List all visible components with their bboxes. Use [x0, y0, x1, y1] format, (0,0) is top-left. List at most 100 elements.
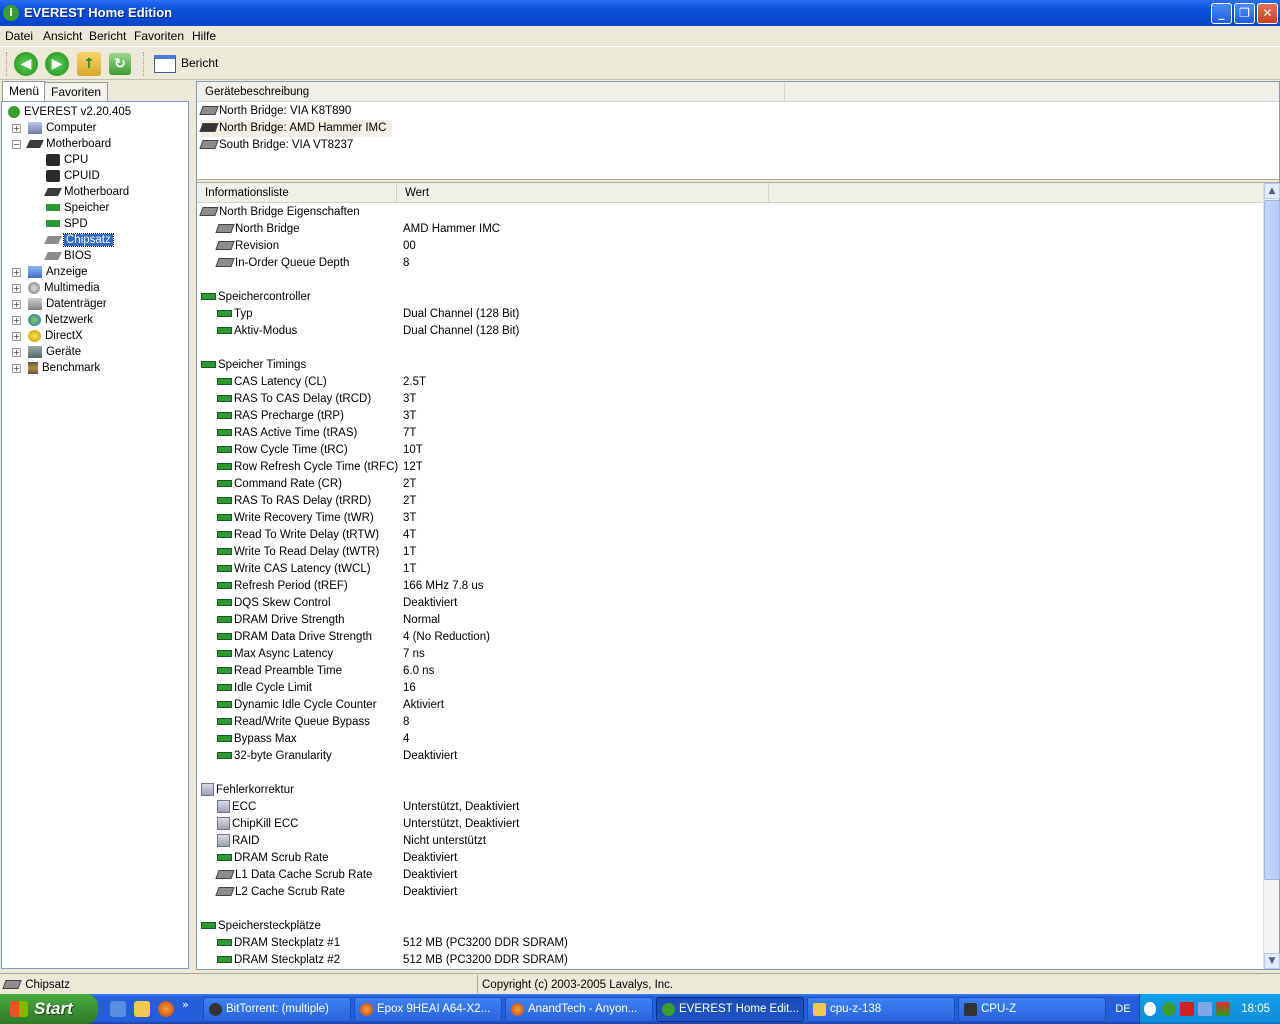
info-row[interactable]: Read Preamble Time	[217, 663, 342, 680]
tree-item-computer[interactable]: Computer	[28, 120, 97, 136]
info-row[interactable]: Idle Cycle Limit	[217, 680, 312, 697]
explorer-icon[interactable]	[134, 1001, 150, 1017]
info-group-row[interactable]: Speichercontroller	[201, 289, 311, 306]
tree-item-motherboard-sub[interactable]: Motherboard	[44, 184, 129, 200]
device-row[interactable]: North Bridge: VIA K8T890	[199, 103, 351, 120]
tray-everest-icon[interactable]	[1162, 1002, 1176, 1016]
info-row[interactable]: DQS Skew Control	[217, 595, 331, 612]
menu-ansicht[interactable]: Ansicht	[43, 29, 82, 43]
tree-item-cpuid[interactable]: CPUID	[46, 168, 100, 184]
info-row[interactable]: North Bridge	[215, 221, 300, 238]
scroll-thumb[interactable]	[1264, 200, 1280, 880]
tree-item-netzwerk[interactable]: Netzwerk	[28, 312, 93, 328]
info-row[interactable]: Dynamic Idle Cycle Counter	[217, 697, 377, 714]
device-row-selected[interactable]: North Bridge: AMD Hammer IMC	[199, 120, 393, 137]
start-button[interactable]: Start	[0, 994, 98, 1024]
menu-datei[interactable]: Datei	[5, 29, 33, 43]
ie-icon[interactable]	[110, 1001, 126, 1017]
tree-root[interactable]: EVEREST v2.20.405	[8, 104, 131, 120]
info-group-row[interactable]: North Bridge Eigenschaften	[199, 204, 360, 221]
task-folder-cpuz[interactable]: cpu-z-138	[807, 997, 955, 1022]
tab-menu[interactable]: Menü	[2, 81, 47, 102]
scroll-down-icon[interactable]: ▼	[1264, 953, 1280, 969]
info-row[interactable]: In-Order Queue Depth	[215, 255, 349, 272]
tree-item-spd[interactable]: SPD	[46, 216, 88, 232]
info-row[interactable]: Write To Read Delay (tWTR)	[217, 544, 379, 561]
menu-bericht[interactable]: Bericht	[89, 29, 126, 43]
expand-icon[interactable]: +	[12, 316, 21, 325]
info-row[interactable]: ECC	[217, 799, 256, 816]
vertical-scrollbar[interactable]: ▲ ▼	[1263, 183, 1280, 969]
tree-item-cpu[interactable]: CPU	[46, 152, 88, 168]
tree-item-anzeige[interactable]: Anzeige	[28, 264, 88, 280]
expand-icon[interactable]: +	[12, 300, 21, 309]
tray-arrow-icon[interactable]	[1144, 1002, 1156, 1016]
device-column-header[interactable]: Gerätebeschreibung	[197, 82, 785, 102]
info-row[interactable]: ChipKill ECC	[217, 816, 298, 833]
info-row[interactable]: Refresh Period (tREF)	[217, 578, 348, 595]
tree-item-directx[interactable]: DirectX	[28, 328, 83, 344]
forward-arrow-icon[interactable]: ▶	[45, 52, 69, 76]
info-row[interactable]: Row Cycle Time (tRC)	[217, 442, 348, 459]
info-group-row[interactable]: Speichersteckplätze	[201, 918, 321, 935]
tree-item-datentraeger[interactable]: Datenträger	[28, 296, 107, 312]
expand-icon[interactable]: +	[12, 284, 21, 293]
info-row[interactable]: DRAM Steckplatz #2	[217, 952, 340, 969]
task-everest[interactable]: EVEREST Home Edit...	[656, 997, 804, 1022]
info-row[interactable]: L2 Cache Scrub Rate	[215, 884, 345, 901]
info-row[interactable]: Write CAS Latency (tWCL)	[217, 561, 371, 578]
menu-hilfe[interactable]: Hilfe	[192, 29, 216, 43]
close-button[interactable]: ✕	[1257, 3, 1278, 24]
info-row[interactable]: DRAM Drive Strength	[217, 612, 345, 629]
info-group-row[interactable]: Fehlerkorrektur	[201, 782, 294, 799]
info-group-row[interactable]: Speicher Timings	[201, 357, 306, 374]
info-row[interactable]: Typ	[217, 306, 253, 323]
info-row[interactable]: L1 Data Cache Scrub Rate	[215, 867, 372, 884]
menu-favoriten[interactable]: Favoriten	[134, 29, 184, 43]
device-row[interactable]: South Bridge: VIA VT8237	[199, 137, 353, 154]
tree-item-bios[interactable]: BIOS	[44, 248, 91, 264]
info-row[interactable]: DRAM Steckplatz #1	[217, 935, 340, 952]
info-column-header[interactable]: Informationsliste	[197, 183, 397, 203]
expand-icon[interactable]: +	[12, 332, 21, 341]
info-row[interactable]: DRAM Data Drive Strength	[217, 629, 372, 646]
minimize-button[interactable]: _	[1211, 3, 1232, 24]
expand-icon[interactable]: +	[12, 268, 21, 277]
tab-favoriten[interactable]: Favoriten	[44, 82, 109, 101]
info-row[interactable]: Max Async Latency	[217, 646, 333, 663]
task-firefox-anandtech[interactable]: AnandTech - Anyon...	[505, 997, 653, 1022]
value-column-header[interactable]: Wert	[397, 183, 769, 203]
meter-icon[interactable]	[1216, 1002, 1230, 1016]
firefox-icon[interactable]	[158, 1001, 174, 1017]
info-row[interactable]: RAID	[217, 833, 259, 850]
tree-item-geraete[interactable]: Geräte	[28, 344, 81, 360]
task-bittorrent[interactable]: BitTorrent: (multiple)	[203, 997, 351, 1022]
info-row[interactable]: Read To Write Delay (tRTW)	[217, 527, 379, 544]
info-row[interactable]: Bypass Max	[217, 731, 297, 748]
network-icon[interactable]	[1198, 1002, 1212, 1016]
task-cpuz[interactable]: CPU-Z	[958, 997, 1106, 1022]
tree-item-benchmark[interactable]: Benchmark	[28, 360, 100, 376]
tree-item-motherboard[interactable]: Motherboard	[26, 136, 111, 152]
info-row[interactable]: Write Recovery Time (tWR)	[217, 510, 374, 527]
tree-item-chipsatz[interactable]: Chipsatz	[44, 232, 114, 248]
expand-icon[interactable]: +	[12, 348, 21, 357]
info-row[interactable]: RAS Active Time (tRAS)	[217, 425, 357, 442]
info-row[interactable]: Aktiv-Modus	[217, 323, 297, 340]
scroll-up-icon[interactable]: ▲	[1264, 183, 1280, 199]
info-row[interactable]: 32-byte Granularity	[217, 748, 332, 765]
info-row[interactable]: Row Refresh Cycle Time (tRFC)	[217, 459, 398, 476]
info-row[interactable]: RAS To CAS Delay (tRCD)	[217, 391, 371, 408]
tree-item-speicher[interactable]: Speicher	[46, 200, 109, 216]
info-row[interactable]: RAS To RAS Delay (tRRD)	[217, 493, 371, 510]
collapse-motherboard-icon[interactable]: −	[12, 140, 21, 149]
quicklaunch-more-icon[interactable]: »	[182, 998, 189, 1011]
restore-button[interactable]: ❐	[1234, 3, 1255, 24]
info-row[interactable]: CAS Latency (CL)	[217, 374, 327, 391]
info-row[interactable]: RAS Precharge (tRP)	[217, 408, 344, 425]
info-row[interactable]: Read/Write Queue Bypass	[217, 714, 370, 731]
refresh-icon[interactable]: ↻	[109, 53, 131, 75]
expand-icon[interactable]: +	[12, 364, 21, 373]
antivirus-icon[interactable]	[1180, 1002, 1194, 1016]
back-arrow-icon[interactable]: ◀	[14, 52, 38, 76]
